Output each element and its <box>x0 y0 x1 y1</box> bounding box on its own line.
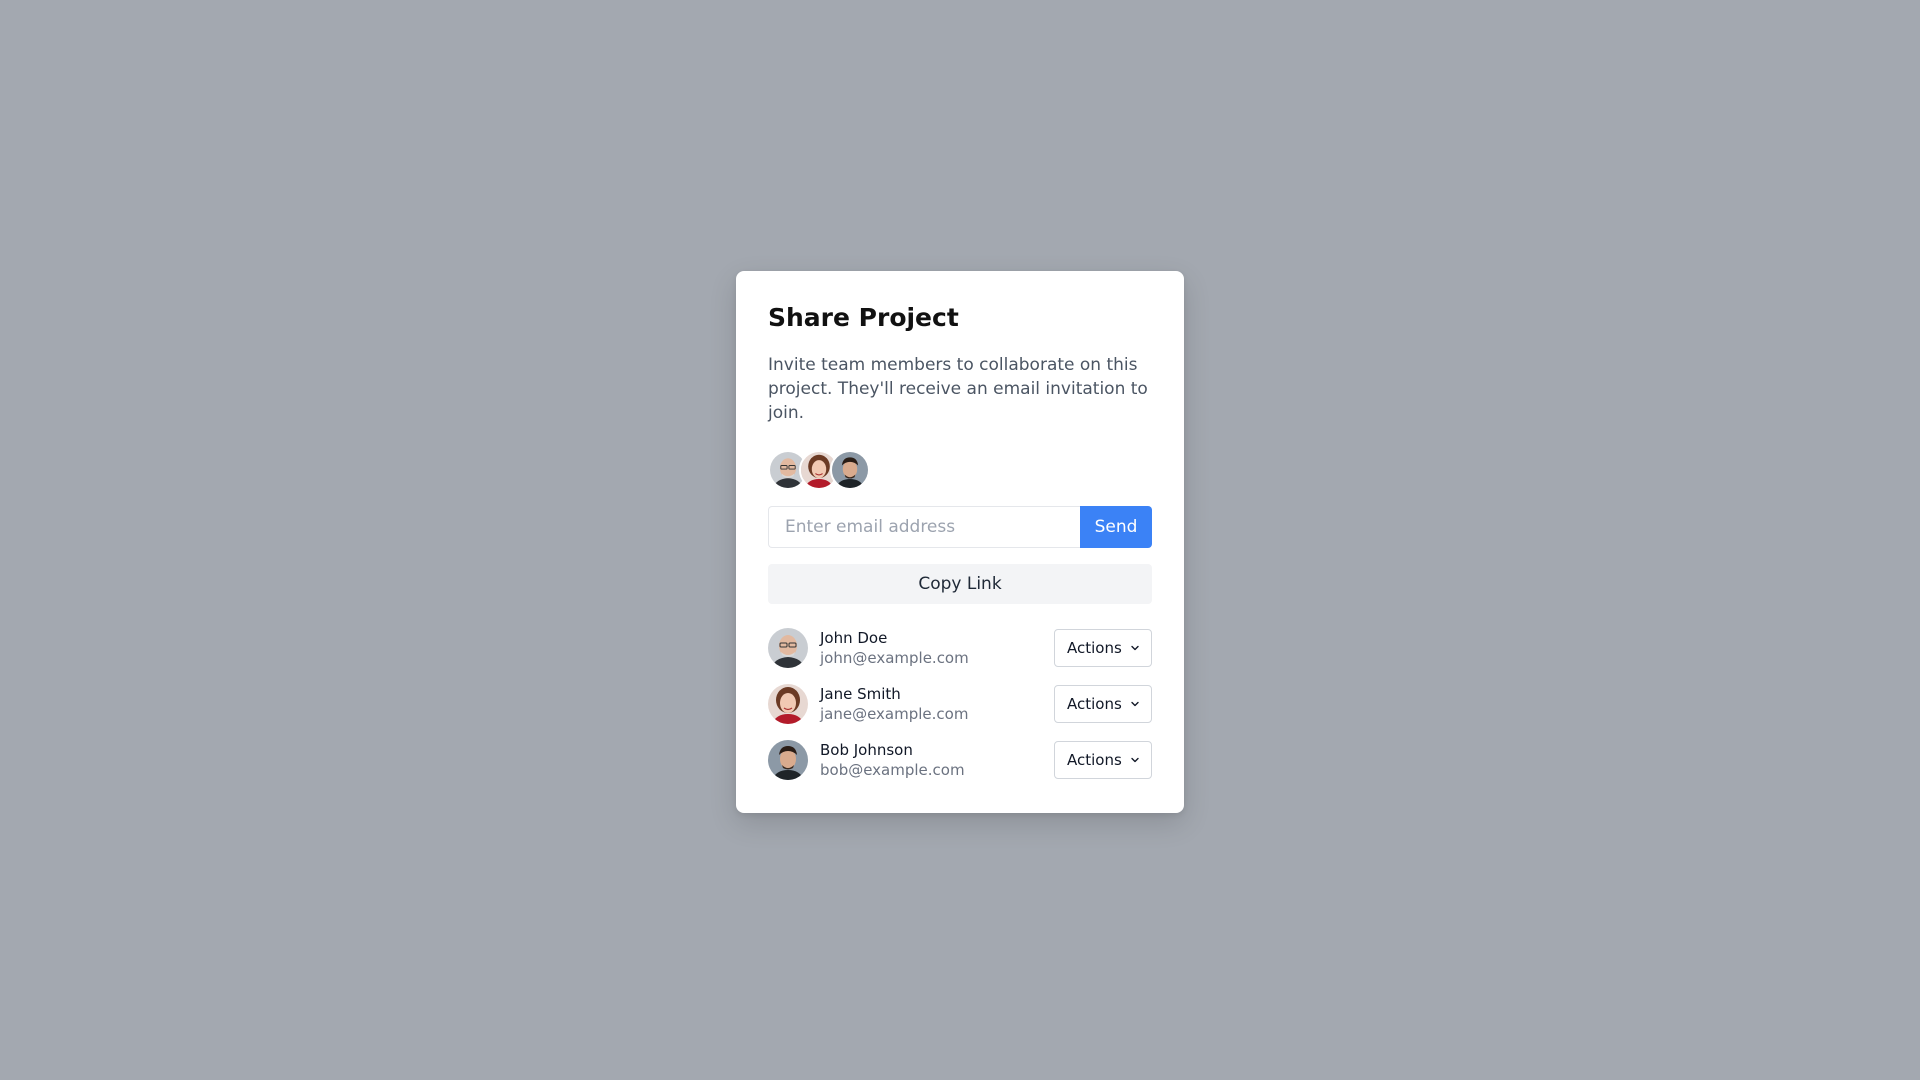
member-email: bob@example.com <box>820 761 965 779</box>
member-row: Bob Johnson bob@example.com Actions <box>768 740 1152 780</box>
member-row: Jane Smith jane@example.com Actions <box>768 684 1152 724</box>
actions-label: Actions <box>1067 695 1122 713</box>
dialog-title: Share Project <box>768 303 959 332</box>
actions-dropdown[interactable]: Actions <box>1054 741 1152 779</box>
chevron-down-icon <box>1129 754 1141 766</box>
member-name: Bob Johnson <box>820 741 913 759</box>
share-project-dialog: Share Project Invite team members to col… <box>736 271 1184 813</box>
avatar <box>768 628 808 668</box>
member-row: John Doe john@example.com Actions <box>768 628 1152 668</box>
actions-dropdown[interactable]: Actions <box>1054 629 1152 667</box>
email-input[interactable] <box>768 506 1080 548</box>
member-info: Bob Johnson bob@example.com <box>820 740 1054 780</box>
send-button[interactable]: Send <box>1080 506 1152 548</box>
member-email: john@example.com <box>820 649 969 667</box>
dialog-description: Invite team members to collaborate on th… <box>768 355 1148 423</box>
avatar <box>768 684 808 724</box>
actions-label: Actions <box>1067 751 1122 769</box>
avatar-bob-johnson <box>830 450 870 490</box>
chevron-down-icon <box>1129 642 1141 654</box>
member-email: jane@example.com <box>820 705 969 723</box>
member-name: John Doe <box>820 629 888 647</box>
invite-row: Send <box>768 506 1152 548</box>
member-avatar-stack <box>768 450 1152 490</box>
member-info: Jane Smith jane@example.com <box>820 684 1054 724</box>
member-name: Jane Smith <box>820 685 901 703</box>
copy-link-button[interactable]: Copy Link <box>768 564 1152 604</box>
chevron-down-icon <box>1129 698 1141 710</box>
avatar <box>768 740 808 780</box>
member-list: John Doe john@example.com Actions Jane S… <box>768 628 1152 780</box>
actions-dropdown[interactable]: Actions <box>1054 685 1152 723</box>
actions-label: Actions <box>1067 639 1122 657</box>
member-info: John Doe john@example.com <box>820 628 1054 668</box>
